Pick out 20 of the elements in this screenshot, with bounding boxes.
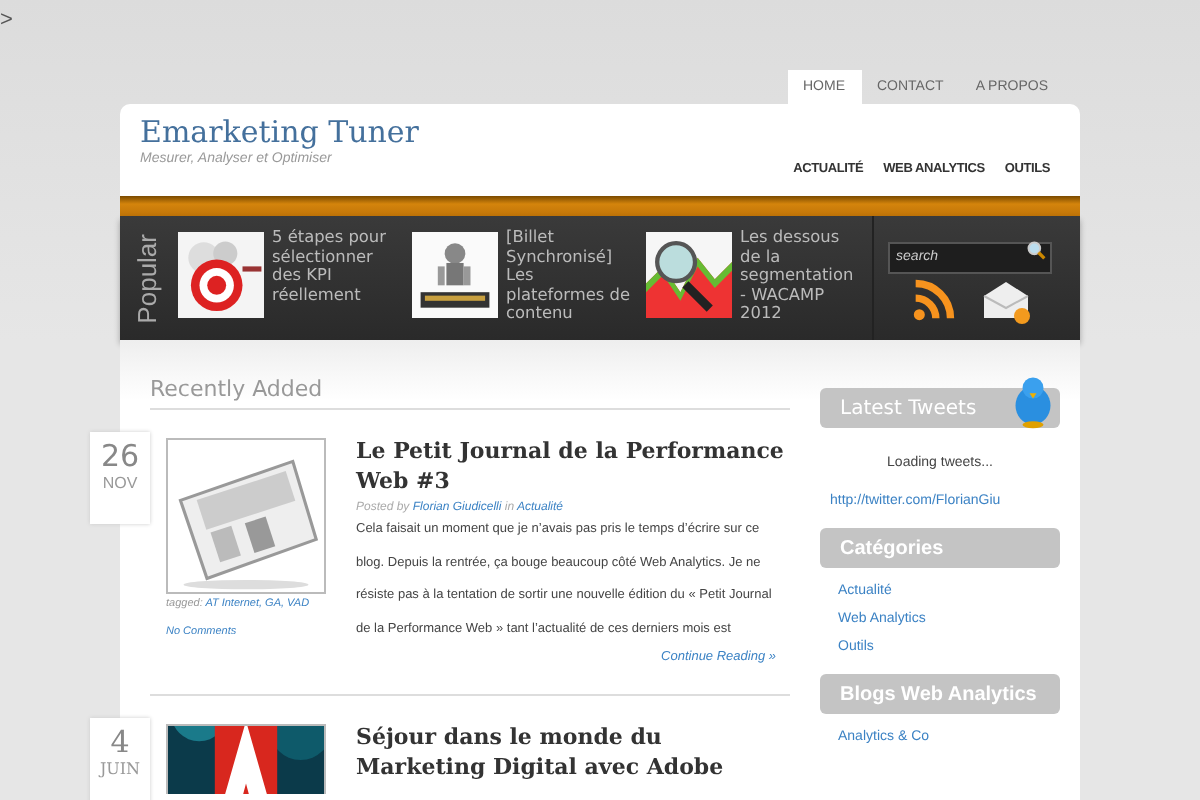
section-heading: Recently Added xyxy=(150,376,790,410)
widget-title: Blogs Web Analytics xyxy=(840,683,1037,705)
post-title[interactable]: Le Petit Journal de la Performance Web #3 xyxy=(356,436,786,496)
widget-title: Catégories xyxy=(840,537,944,559)
article-link[interactable]: [Billet Synchronisé] Les plateformes de contenu xyxy=(506,228,631,340)
rss-icon[interactable] xyxy=(910,278,959,322)
date-day: 26 xyxy=(90,432,150,474)
date-month: NOV xyxy=(100,474,140,492)
article-link[interactable]: Les dessous de la segmentation - WACAMP 2012 xyxy=(740,228,865,340)
date-month: JUIN xyxy=(96,760,143,778)
search-icon[interactable] xyxy=(1026,240,1047,260)
bird-icon xyxy=(1012,374,1054,430)
article-link[interactable]: 5 étapes pour sélectionner des KPI réellement xyxy=(272,228,397,340)
popular-label: Popular xyxy=(132,233,164,323)
widget-title: Latest Tweets xyxy=(840,397,977,419)
date-day: 4 xyxy=(90,718,150,760)
post-title[interactable]: Séjour dans le monde du Marketing Digital avec Adobe xyxy=(356,722,786,782)
mail-icon[interactable] xyxy=(980,278,1033,326)
site-title[interactable]: Emarketing Tuner xyxy=(140,114,419,150)
arrow-glyph: > xyxy=(0,6,15,36)
